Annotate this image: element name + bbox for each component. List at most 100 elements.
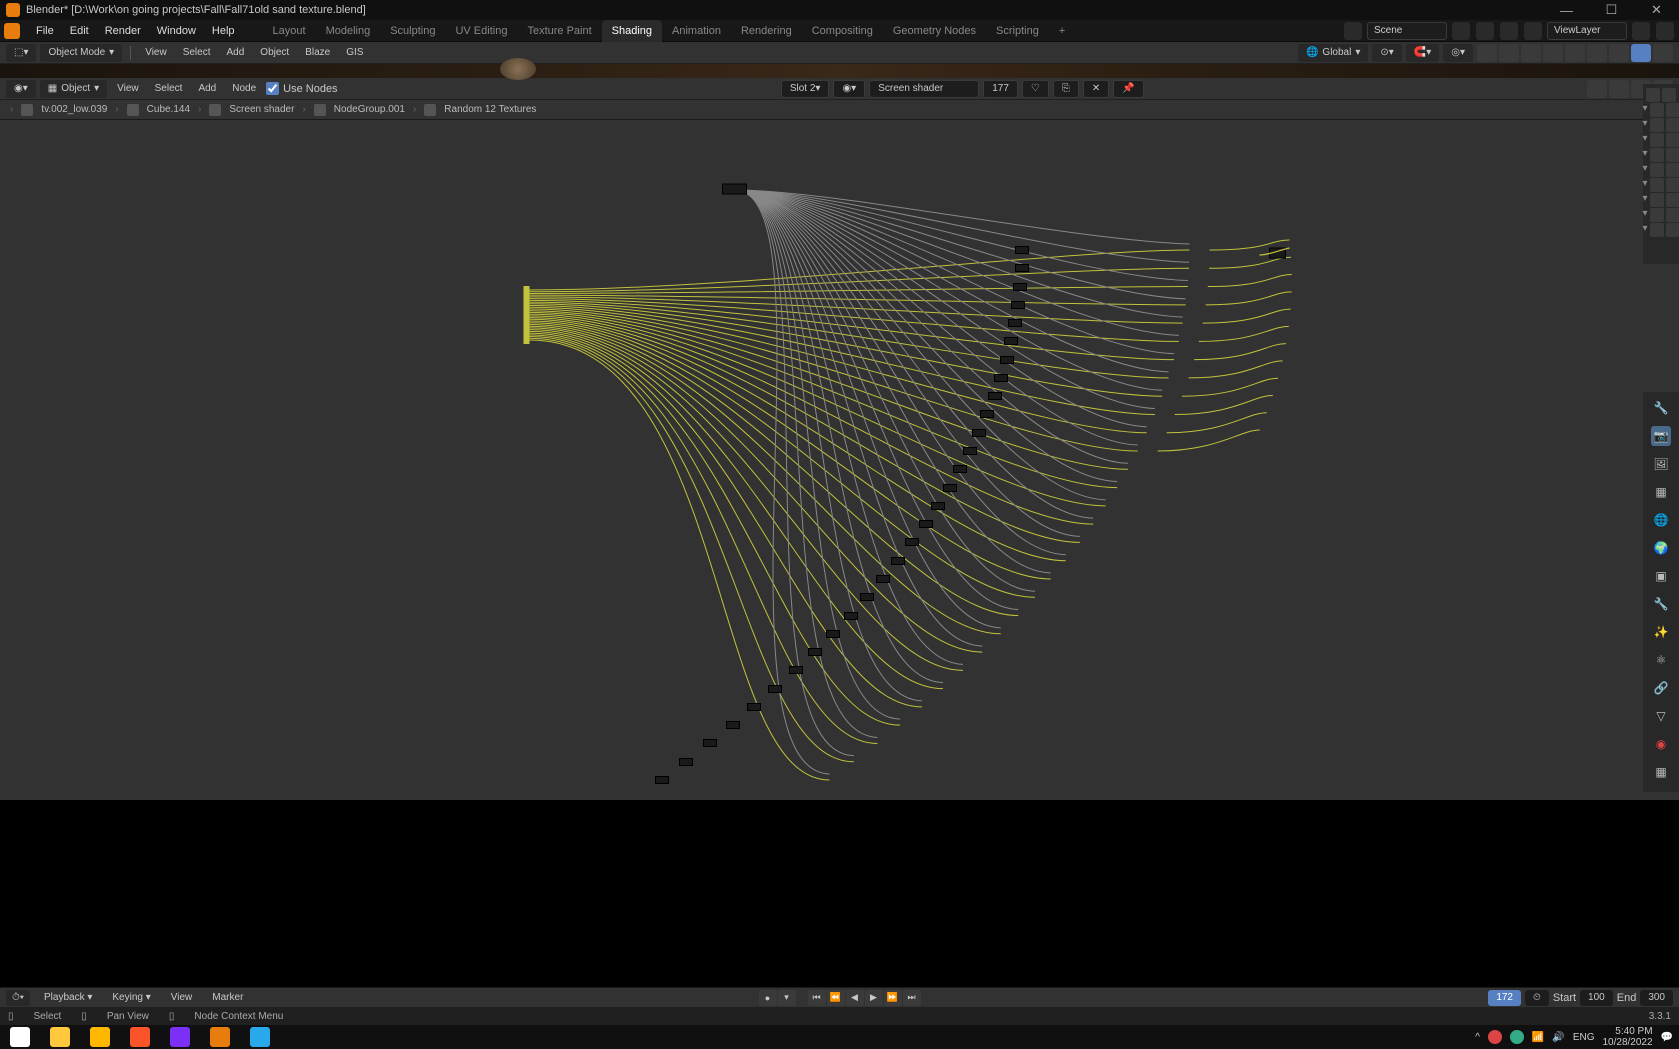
node-box[interactable]	[905, 538, 919, 546]
node-box[interactable]	[1015, 246, 1029, 254]
viewlayer-icon[interactable]	[1524, 22, 1542, 40]
node-box[interactable]	[980, 410, 994, 418]
prop-object-icon[interactable]: ▣	[1651, 566, 1671, 586]
node-select-menu[interactable]: Select	[149, 83, 189, 94]
node-box[interactable]	[943, 484, 957, 492]
scene-copy-icon[interactable]	[1476, 22, 1494, 40]
xray-toggle[interactable]	[1521, 44, 1541, 62]
tray-icon-2[interactable]	[1510, 1030, 1524, 1044]
node-box[interactable]	[726, 721, 740, 729]
scene-icon[interactable]	[1344, 22, 1362, 40]
node-editor-canvas[interactable]	[0, 120, 1679, 800]
viewport-3d[interactable]	[0, 64, 1679, 78]
orientation-dropdown[interactable]: 🌐 Global ▾	[1298, 44, 1368, 62]
scene-field[interactable]: Scene	[1367, 22, 1447, 40]
select-menu-3d[interactable]: Select	[177, 47, 217, 58]
material-shading[interactable]	[1587, 44, 1607, 62]
prop-world-icon[interactable]: 🌍	[1651, 538, 1671, 558]
node-box[interactable]	[988, 392, 1002, 400]
jump-start-button[interactable]: ⏮	[808, 990, 826, 1006]
node-box[interactable]	[679, 758, 693, 766]
help-menu[interactable]: Help	[204, 20, 243, 42]
prop-material-icon[interactable]: ◉	[1651, 734, 1671, 754]
prop-physics-icon[interactable]: ⚛	[1651, 650, 1671, 670]
material-name-field[interactable]: Screen shader	[869, 80, 979, 98]
keying-menu[interactable]: Keying ▾	[106, 992, 156, 1003]
prop-viewlayer-icon[interactable]: ▦	[1651, 482, 1671, 502]
fake-user-icon[interactable]: ♡	[1022, 80, 1049, 98]
node-box[interactable]	[860, 593, 874, 601]
tab-geometry-nodes[interactable]: Geometry Nodes	[883, 20, 986, 42]
outliner-panel[interactable]: ▾ ▾ ▾ ▾ ▾ ▾ ▾ ▾ ▾	[1643, 84, 1679, 264]
prop-data-icon[interactable]: ▽	[1651, 706, 1671, 726]
restrict-icon[interactable]	[1662, 88, 1676, 102]
pin-icon[interactable]: 📌	[1113, 80, 1143, 98]
tab-uv-editing[interactable]: UV Editing	[445, 20, 517, 42]
tab-scripting[interactable]: Scripting	[986, 20, 1049, 42]
gis-menu[interactable]: GIS	[340, 47, 369, 58]
prop-scene-icon[interactable]: 🌐	[1651, 510, 1671, 530]
breadcrumb-mesh[interactable]: Cube.144	[147, 104, 190, 115]
volume-icon[interactable]: 🔊	[1552, 1032, 1564, 1043]
tab-shading[interactable]: Shading	[602, 20, 662, 42]
tray-chevron-icon[interactable]: ^	[1475, 1032, 1480, 1043]
scene-delete-icon[interactable]	[1500, 22, 1518, 40]
filter-icon[interactable]	[1646, 88, 1660, 102]
breadcrumb-group1[interactable]: NodeGroup.001	[334, 104, 405, 115]
tab-animation[interactable]: Animation	[662, 20, 731, 42]
prop-modifier-icon[interactable]: 🔧	[1651, 594, 1671, 614]
material-unlink-icon[interactable]: ✕	[1083, 80, 1109, 98]
notifications-icon[interactable]: 💬	[1661, 1032, 1673, 1043]
gizmo-toggle[interactable]	[1477, 44, 1497, 62]
play-button[interactable]: ▶	[865, 990, 883, 1006]
object-menu-3d[interactable]: Object	[254, 47, 295, 58]
timeline-editor-dropdown[interactable]: ⏱▾	[6, 990, 30, 1006]
add-menu-3d[interactable]: Add	[221, 47, 251, 58]
node-box[interactable]	[931, 502, 945, 510]
keyframe-next-button[interactable]: ⏩	[884, 990, 902, 1006]
tab-texture-paint[interactable]: Texture Paint	[517, 20, 601, 42]
end-frame-field[interactable]: 300	[1640, 990, 1673, 1006]
node-box[interactable]	[655, 776, 669, 784]
playback-menu[interactable]: Playback ▾	[38, 992, 98, 1003]
use-nodes-checkbox[interactable]: Use Nodes	[266, 82, 337, 95]
node-box[interactable]	[789, 666, 803, 674]
node-box[interactable]	[1013, 283, 1027, 291]
tab-layout[interactable]: Layout	[263, 20, 316, 42]
rendered-shading[interactable]	[1609, 44, 1629, 62]
language-indicator[interactable]: ENG	[1573, 1032, 1595, 1043]
marker-menu[interactable]: Marker	[206, 992, 249, 1003]
material-browse-icon[interactable]: ◉▾	[833, 80, 865, 98]
node-box[interactable]	[876, 575, 890, 583]
node-box[interactable]	[953, 465, 967, 473]
tray-icon-1[interactable]	[1488, 1030, 1502, 1044]
clock[interactable]: 5:40 PM 10/28/2022	[1602, 1026, 1652, 1048]
timeline-view-menu[interactable]: View	[165, 992, 199, 1003]
blaze-menu[interactable]: Blaze	[299, 47, 336, 58]
maximize-button[interactable]: ☐	[1589, 0, 1634, 20]
material-new-icon[interactable]: ⎘	[1053, 80, 1079, 98]
node-box[interactable]	[826, 630, 840, 638]
explorer-icon[interactable]	[40, 1025, 80, 1049]
start-button[interactable]	[0, 1025, 40, 1049]
app-icon-2[interactable]	[160, 1025, 200, 1049]
prop-tool-icon[interactable]: 🔧	[1651, 398, 1671, 418]
current-frame-field[interactable]: 172	[1488, 990, 1521, 1006]
proportional-dropdown[interactable]: ◎▾	[1443, 44, 1473, 62]
editor-type-dropdown[interactable]: ⬚▾	[6, 44, 36, 62]
pause-button[interactable]	[1631, 44, 1651, 62]
node-box[interactable]	[1015, 264, 1029, 272]
node-box[interactable]	[919, 520, 933, 528]
play-reverse-button[interactable]: ◀	[846, 990, 864, 1006]
file-menu[interactable]: File	[28, 20, 62, 42]
preview-range-toggle[interactable]: ⏲	[1525, 990, 1549, 1006]
material-slot-dropdown[interactable]: Slot 2 ▾	[781, 80, 830, 98]
tab-compositing[interactable]: Compositing	[802, 20, 883, 42]
camera-icon[interactable]	[1666, 103, 1679, 117]
node-box[interactable]	[972, 429, 986, 437]
prop-constraints-icon[interactable]: 🔗	[1651, 678, 1671, 698]
overlay-toggle[interactable]	[1499, 44, 1519, 62]
snap-dropdown[interactable]: 🧲▾	[1406, 44, 1439, 62]
node-toggle-1[interactable]	[1587, 80, 1607, 98]
viewlayer-new-icon[interactable]	[1632, 22, 1650, 40]
